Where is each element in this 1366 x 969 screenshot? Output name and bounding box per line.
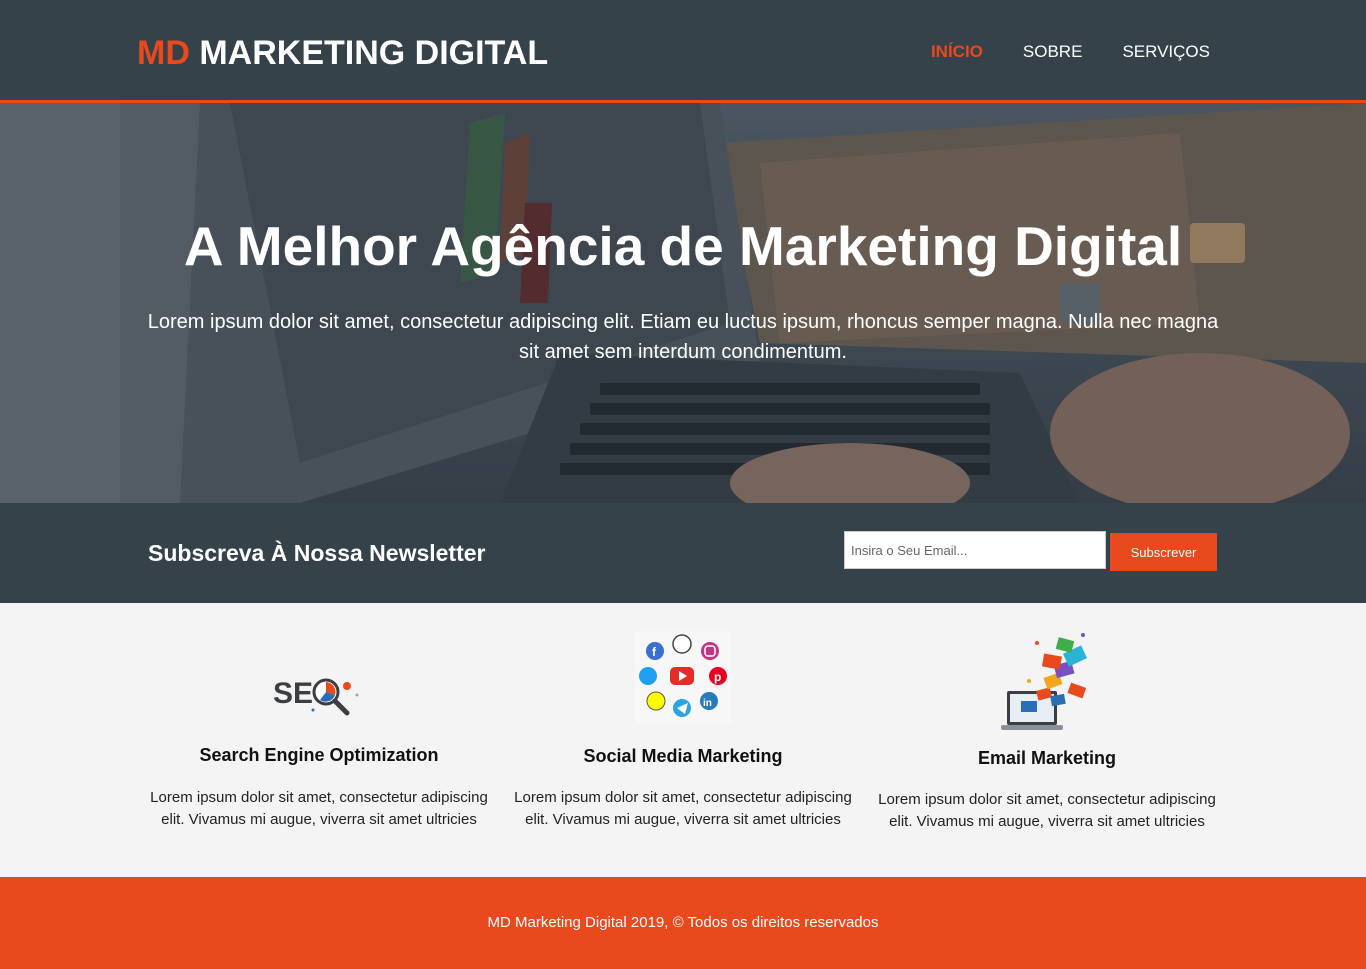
service-title: Search Engine Optimization — [199, 745, 439, 765]
newsletter-title: Subscreva À Nossa Newsletter — [148, 540, 486, 566]
service-title: Social Media Marketing — [583, 746, 783, 766]
seo-icon: SE — [273, 677, 359, 716]
nav-link-inicio[interactable]: INÍCIO — [931, 42, 983, 62]
nav-link-servicos[interactable]: SERVIÇOS — [1122, 42, 1210, 62]
site-logo[interactable]: MD MARKETING DIGITAL — [137, 34, 548, 73]
hero-overlay — [0, 103, 1366, 503]
svg-text:SE: SE — [273, 677, 313, 710]
logo-highlight: MD — [137, 34, 190, 72]
service-text: Lorem ipsum dolor sit amet, consectetur … — [514, 789, 852, 828]
newsletter-email-input[interactable] — [844, 531, 1106, 569]
site-header: MD MARKETING DIGITAL INÍCIO SOBRE SERVIÇ… — [0, 0, 1366, 103]
logo-text: MARKETING DIGITAL — [199, 34, 549, 72]
hero-section: A Melhor Agência de Marketing Digital Lo… — [0, 103, 1366, 503]
email-marketing-icon — [1001, 633, 1088, 730]
subscribe-button[interactable]: Subscrever — [1110, 533, 1217, 571]
svg-text:p: p — [714, 670, 721, 684]
footer-copyright: MD Marketing Digital 2019, © Todos os di… — [487, 914, 879, 931]
service-text: Lorem ipsum dolor sit amet, consectetur … — [878, 791, 1216, 830]
site-footer: MD Marketing Digital 2019, © Todos os di… — [0, 877, 1366, 969]
svg-text:in: in — [703, 698, 712, 709]
services-section: SE Search Engine Optimization Lorem ipsu… — [0, 603, 1366, 877]
service-title: Email Marketing — [977, 748, 1117, 768]
service-text: Lorem ipsum dolor sit amet, consectetur … — [150, 789, 488, 828]
hero-text: Lorem ipsum dolor sit amet, consectetur … — [147, 311, 1219, 363]
social-media-icon: f p in — [635, 631, 731, 723]
nav-link-sobre[interactable]: SOBRE — [1023, 42, 1083, 62]
hero-title: A Melhor Agência de Marketing Digital — [183, 215, 1183, 277]
main-nav: INÍCIO SOBRE SERVIÇOS — [931, 42, 1210, 62]
